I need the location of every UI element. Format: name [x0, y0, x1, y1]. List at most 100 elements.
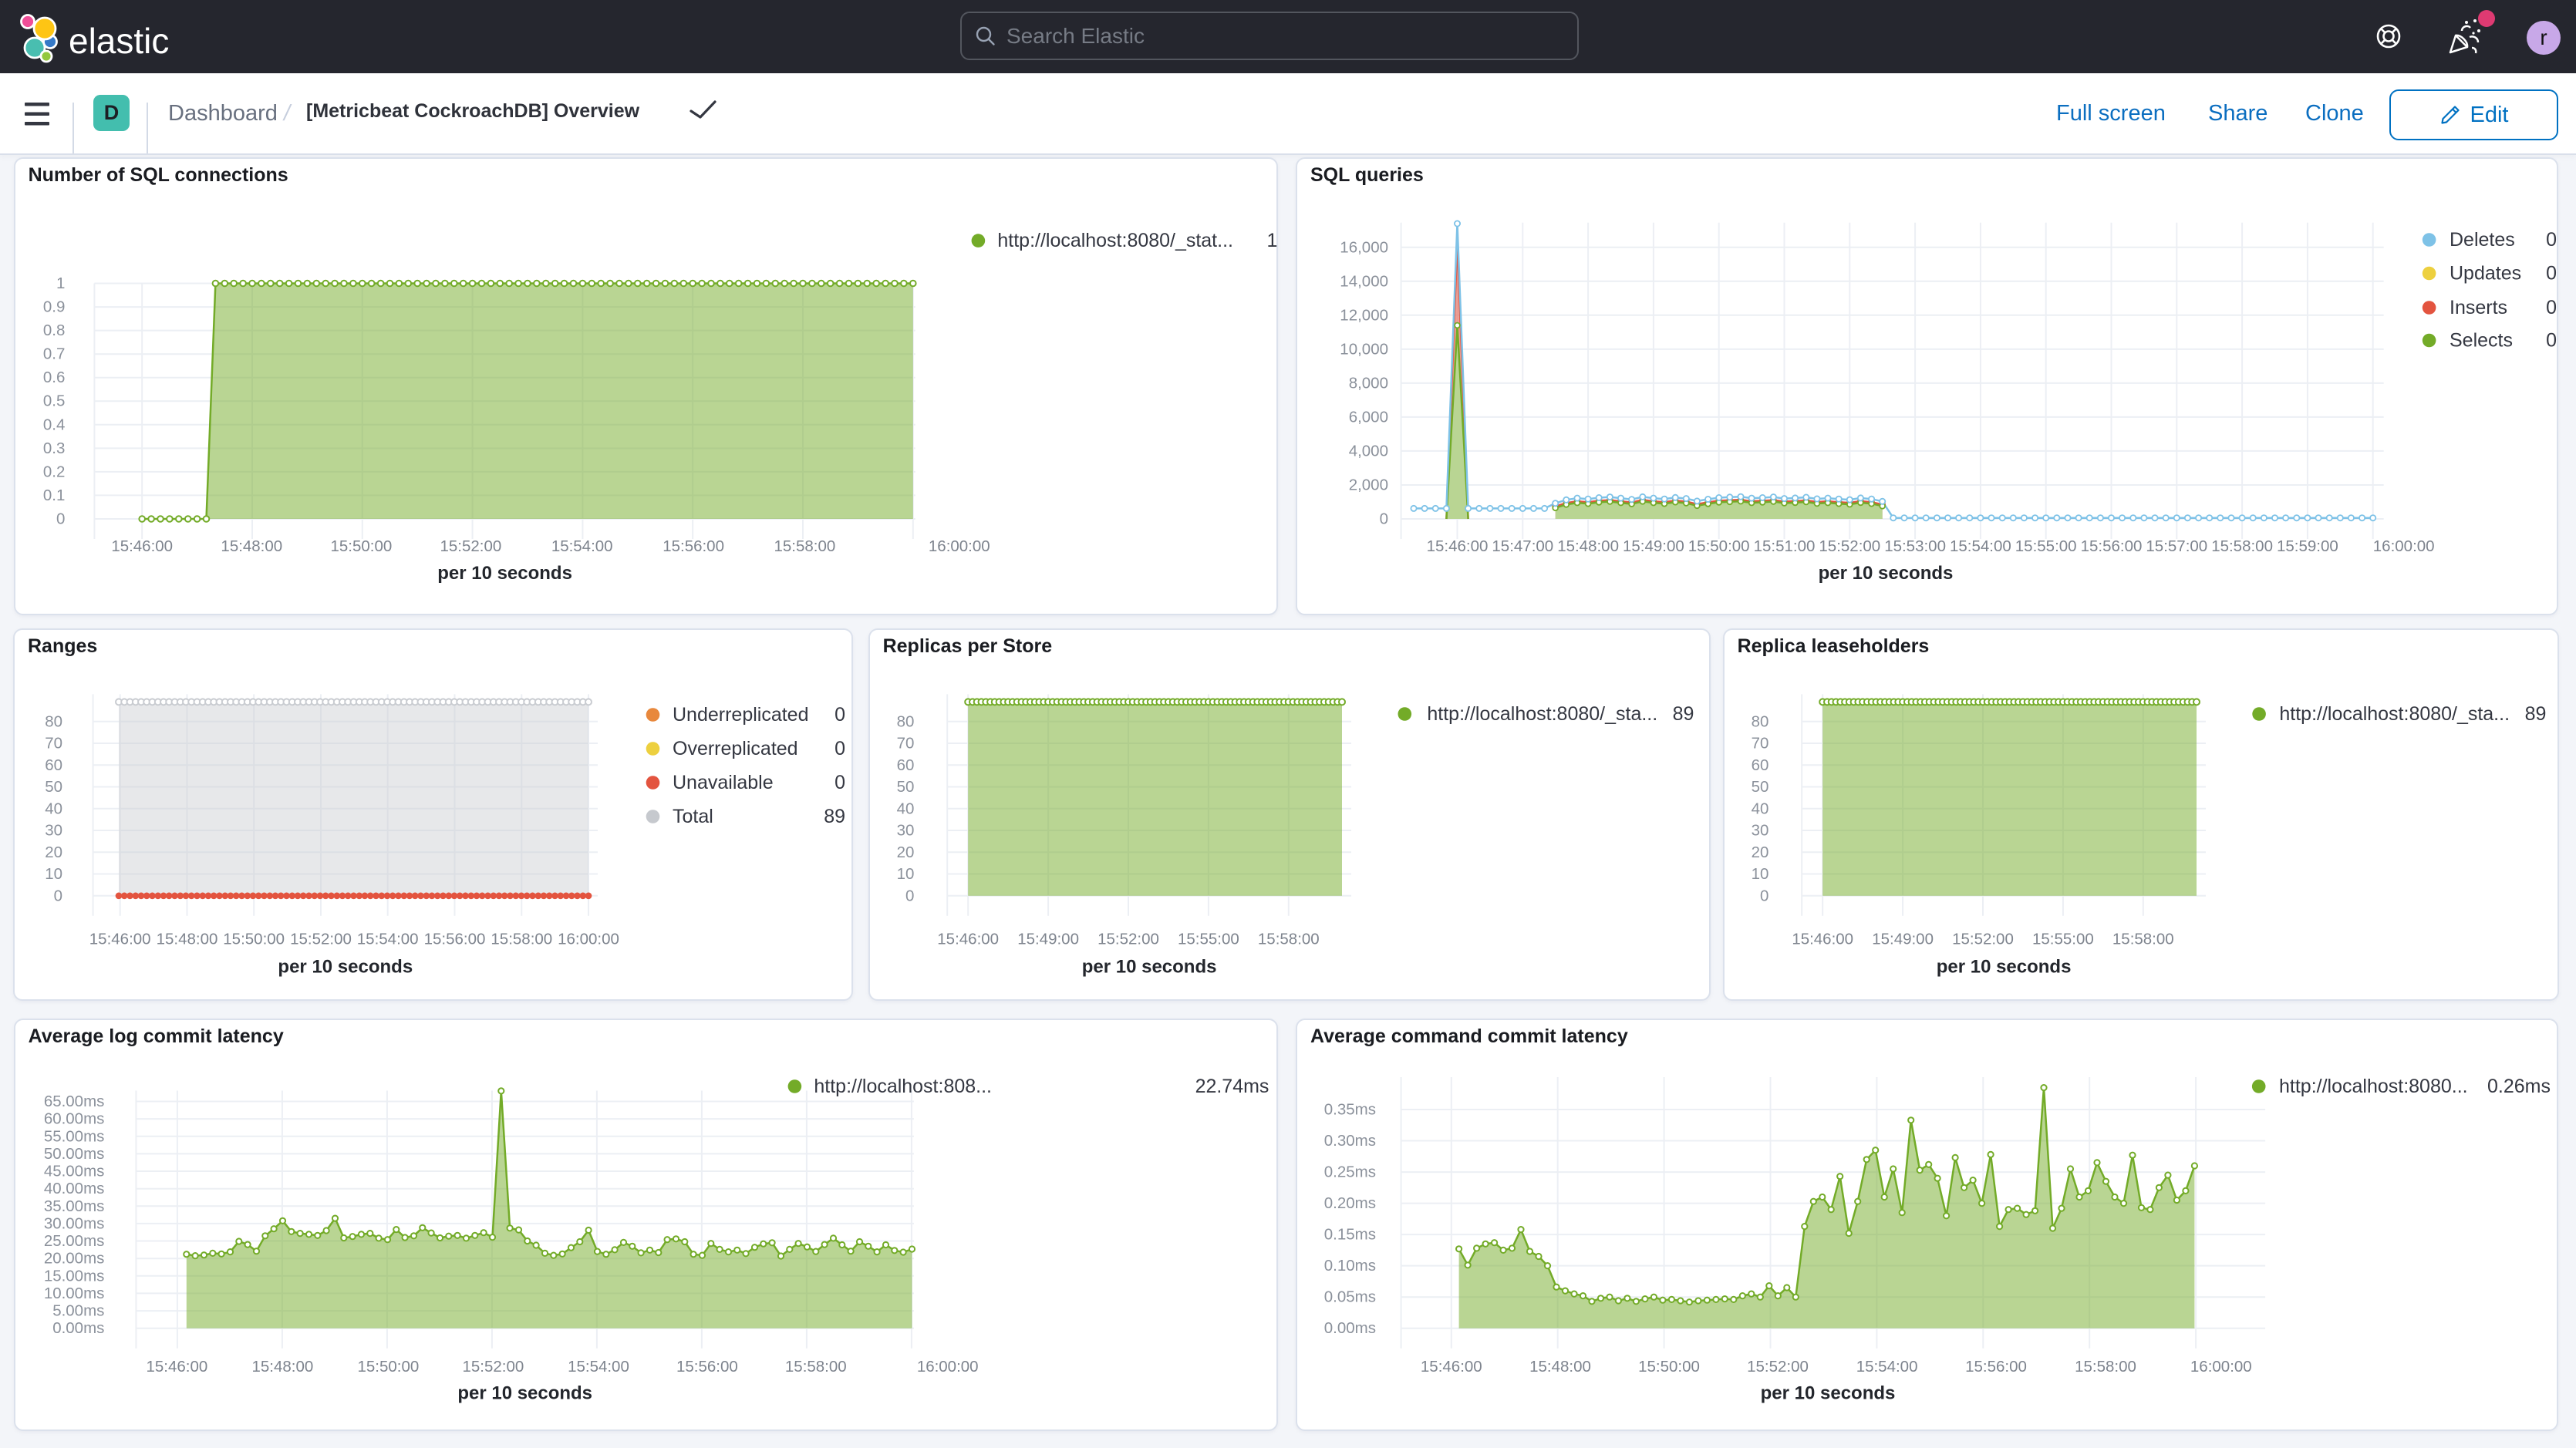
- svg-text:20.00ms: 20.00ms: [43, 1250, 104, 1268]
- svg-text:15:50:00: 15:50:00: [1688, 537, 1750, 555]
- svg-text:70: 70: [896, 735, 914, 753]
- svg-text:0.25ms: 0.25ms: [1324, 1163, 1376, 1181]
- svg-text:40.00ms: 40.00ms: [43, 1180, 104, 1197]
- svg-text:15:58:00: 15:58:00: [2211, 537, 2273, 555]
- svg-text:15:55:00: 15:55:00: [2015, 537, 2077, 555]
- svg-text:22.74ms: 22.74ms: [1195, 1076, 1269, 1097]
- svg-text:20: 20: [1751, 844, 1768, 861]
- svg-text:0.10ms: 0.10ms: [1324, 1257, 1376, 1275]
- svg-text:1: 1: [1266, 230, 1277, 251]
- svg-text:15:54:00: 15:54:00: [551, 537, 612, 554]
- svg-text:per 10 seconds: per 10 seconds: [457, 1382, 592, 1403]
- svg-text:Unavailable: Unavailable: [673, 772, 774, 793]
- svg-text:15:48:00: 15:48:00: [157, 931, 218, 948]
- svg-text:0.2: 0.2: [43, 463, 65, 480]
- svg-text:15:51:00: 15:51:00: [1754, 537, 1816, 555]
- svg-text:15:54:00: 15:54:00: [568, 1358, 629, 1376]
- svg-text:0.30ms: 0.30ms: [1324, 1132, 1376, 1150]
- svg-text:per 10 seconds: per 10 seconds: [1761, 1383, 1896, 1404]
- svg-text:15:48:00: 15:48:00: [1557, 537, 1619, 555]
- svg-text:http://localhost:8080/_sta...: http://localhost:8080/_sta...: [1427, 703, 1657, 725]
- svg-text:15:52:00: 15:52:00: [1952, 930, 2014, 948]
- svg-text:0.8: 0.8: [43, 322, 65, 339]
- svg-text:10: 10: [45, 865, 62, 883]
- svg-text:10: 10: [1751, 865, 1768, 883]
- svg-text:0.6: 0.6: [43, 369, 65, 386]
- svg-text:30.00ms: 30.00ms: [43, 1214, 104, 1232]
- svg-text:15:55:00: 15:55:00: [1178, 931, 1239, 948]
- svg-text:10,000: 10,000: [1340, 340, 1388, 358]
- svg-text:20: 20: [45, 844, 62, 861]
- svg-text:0.1: 0.1: [43, 486, 65, 503]
- svg-text:4,000: 4,000: [1349, 442, 1388, 460]
- svg-text:40: 40: [45, 800, 62, 817]
- svg-text:0: 0: [2546, 262, 2557, 284]
- svg-text:16:00:00: 16:00:00: [916, 1358, 978, 1376]
- svg-text:5.00ms: 5.00ms: [52, 1302, 104, 1320]
- svg-text:0: 0: [905, 887, 914, 904]
- svg-text:15:57:00: 15:57:00: [2146, 537, 2207, 555]
- svg-text:0.15ms: 0.15ms: [1324, 1226, 1376, 1244]
- svg-text:http://localhost:8080/_stat...: http://localhost:8080/_stat...: [997, 230, 1233, 251]
- svg-text:0.7: 0.7: [43, 345, 65, 362]
- svg-text:per 10 seconds: per 10 seconds: [1081, 957, 1216, 978]
- svg-text:15:52:00: 15:52:00: [1819, 537, 1880, 555]
- svg-text:per 10 seconds: per 10 seconds: [1936, 956, 2071, 977]
- svg-text:60.00ms: 60.00ms: [43, 1110, 104, 1128]
- svg-text:per 10 seconds: per 10 seconds: [1819, 563, 1954, 584]
- svg-text:30: 30: [896, 822, 914, 840]
- svg-text:15:46:00: 15:46:00: [146, 1358, 207, 1376]
- svg-text:15:58:00: 15:58:00: [774, 537, 835, 554]
- svg-text:60: 60: [896, 756, 914, 774]
- svg-text:16:00:00: 16:00:00: [2190, 1358, 2252, 1376]
- svg-text:Selects: Selects: [2450, 329, 2513, 351]
- svg-text:15:53:00: 15:53:00: [1884, 537, 1946, 555]
- svg-text:0: 0: [54, 887, 62, 904]
- svg-text:15:48:00: 15:48:00: [1529, 1358, 1591, 1376]
- svg-text:0: 0: [835, 738, 845, 759]
- svg-text:45.00ms: 45.00ms: [43, 1163, 104, 1180]
- svg-text:25.00ms: 25.00ms: [43, 1232, 104, 1250]
- svg-text:15:52:00: 15:52:00: [1097, 931, 1159, 948]
- svg-text:per 10 seconds: per 10 seconds: [437, 562, 572, 583]
- svg-text:2,000: 2,000: [1349, 476, 1388, 493]
- svg-text:15:50:00: 15:50:00: [357, 1358, 419, 1376]
- svg-text:0: 0: [1760, 887, 1768, 904]
- svg-text:0.05ms: 0.05ms: [1324, 1288, 1376, 1306]
- svg-text:15:52:00: 15:52:00: [1747, 1358, 1809, 1376]
- svg-text:80: 80: [896, 712, 914, 730]
- svg-text:65.00ms: 65.00ms: [43, 1093, 104, 1110]
- svg-text:40: 40: [896, 800, 914, 817]
- svg-text:15:50:00: 15:50:00: [330, 537, 392, 554]
- svg-text:16:00:00: 16:00:00: [2373, 537, 2435, 555]
- svg-text:15:52:00: 15:52:00: [462, 1358, 524, 1376]
- svg-text:60: 60: [1751, 756, 1768, 774]
- svg-text:http://localhost:808...: http://localhost:808...: [814, 1076, 992, 1097]
- svg-text:70: 70: [45, 735, 62, 753]
- svg-text:15:49:00: 15:49:00: [1623, 537, 1684, 555]
- svg-text:50: 50: [1751, 778, 1768, 796]
- svg-text:15:58:00: 15:58:00: [491, 931, 552, 948]
- svg-text:0.35ms: 0.35ms: [1324, 1101, 1376, 1119]
- svg-text:0: 0: [835, 704, 845, 726]
- svg-text:1: 1: [56, 274, 65, 292]
- svg-text:70: 70: [1751, 735, 1768, 753]
- svg-text:0: 0: [2546, 329, 2557, 351]
- svg-text:15:56:00: 15:56:00: [663, 537, 724, 554]
- svg-text:15:50:00: 15:50:00: [1638, 1358, 1700, 1376]
- svg-text:80: 80: [1751, 712, 1768, 730]
- svg-text:16,000: 16,000: [1340, 238, 1388, 256]
- svg-text:15:56:00: 15:56:00: [676, 1358, 738, 1376]
- svg-text:8,000: 8,000: [1349, 374, 1388, 392]
- svg-text:0: 0: [56, 510, 65, 527]
- svg-text:15:46:00: 15:46:00: [111, 537, 173, 554]
- svg-text:0.00ms: 0.00ms: [1324, 1319, 1376, 1337]
- svg-text:15:58:00: 15:58:00: [2112, 930, 2174, 948]
- svg-text:15:48:00: 15:48:00: [221, 537, 282, 554]
- svg-text:60: 60: [45, 756, 62, 774]
- svg-text:Total: Total: [673, 806, 713, 827]
- svg-text:0: 0: [2546, 229, 2557, 251]
- svg-text:15:52:00: 15:52:00: [440, 537, 501, 554]
- svg-text:0.5: 0.5: [43, 392, 65, 409]
- svg-text:15:54:00: 15:54:00: [1856, 1358, 1918, 1376]
